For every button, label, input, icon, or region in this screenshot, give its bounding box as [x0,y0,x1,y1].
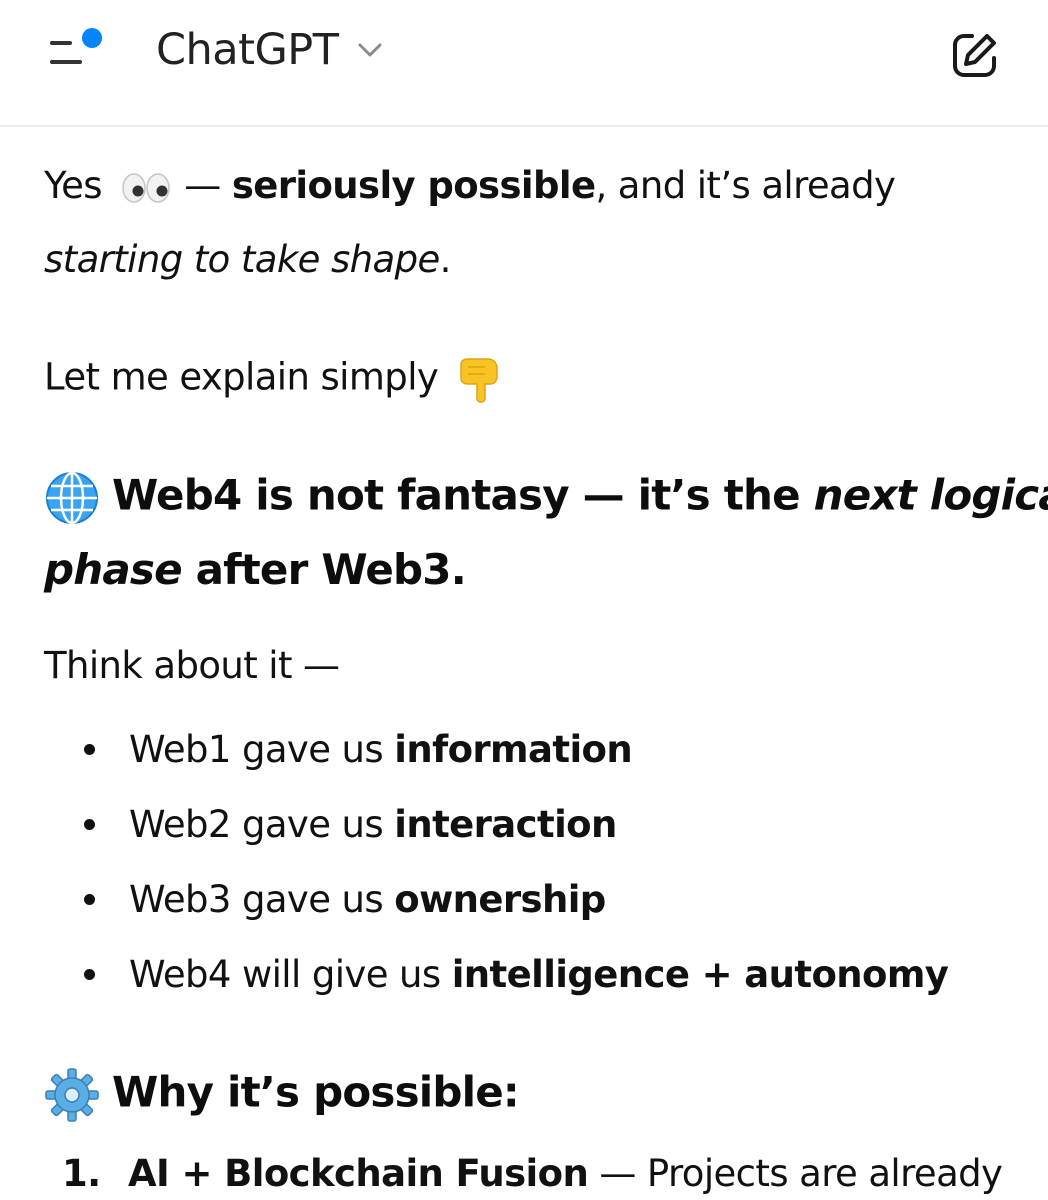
new-chat-edit-icon [953,34,996,77]
explain-text: Let me explain simply [44,355,439,399]
think-line: Think about it — [44,644,340,687]
section-heading-1: Web4 is not fantasy — it’s the next logi… [44,470,1048,526]
list-item-text: Web4 will give us intelligence + autonom… [129,953,949,996]
intro-italic: starting to take shape [44,238,440,281]
numbered-item-bold: AI + Blockchain Fusion [128,1152,589,1195]
intro-period: . [439,238,452,281]
pointing-down-emoji [455,355,501,403]
intro-bold: seriously possible [231,164,596,207]
bullet-dot [84,894,95,905]
assistant-message: Yes — seriously possible, and it’s alrea… [0,127,1048,1200]
list-item: Web1 gave us information [44,728,633,771]
heading-2-text: Why it’s possible: [112,1067,520,1117]
globe-emoji [44,470,100,526]
intro-line-1: Yes — seriously possible, and it’s alrea… [44,164,896,207]
list-item-text: Web1 gave us information [129,728,633,771]
notification-dot-icon [82,28,102,48]
bullet-dot [84,744,95,755]
eyes-emoji [121,171,171,205]
heading-1-part-1: Web4 is not fantasy — it’s the [112,470,814,520]
explain-line: Let me explain simply [44,355,501,403]
menu-button[interactable] [44,20,114,84]
numbered-item-number: 1. [62,1152,101,1195]
numbered-item: 1. AI + Blockchain Fusion — Projects are … [62,1152,1003,1195]
list-item-text: Web3 gave us ownership [129,878,606,921]
app-title: ChatGPT [156,25,339,75]
menu-icon [50,28,102,64]
chat-screen: ChatGPT Yes — seriously possible, and it… [0,0,1048,1200]
list-item-text: Web2 gave us interaction [129,803,617,846]
bullet-dot [84,819,95,830]
heading-1-phase: phase [44,545,183,594]
section-heading-1-cont: phase after Web3. [44,545,467,594]
top-bar: ChatGPT [0,0,1048,127]
bullet-dot [84,969,95,980]
chevron-down-icon [357,42,383,58]
intro-line-2: starting to take shape. [44,238,451,281]
intro-rest: , and it’s already [595,164,896,207]
model-selector[interactable]: ChatGPT [156,22,383,78]
section-heading-2: Why it’s possible: [44,1067,520,1123]
list-item: Web3 gave us ownership [44,878,606,921]
numbered-item-rest: — Projects are already [588,1152,1003,1195]
intro-dash: — [173,164,232,207]
heading-1-part-2: after Web3. [181,545,467,594]
list-item: Web4 will give us intelligence + autonom… [44,953,949,996]
intro-yes: Yes [44,164,103,207]
gear-emoji [44,1067,100,1123]
list-item: Web2 gave us interaction [44,803,617,846]
heading-1-italic: next logical [813,470,1048,520]
new-chat-button[interactable] [950,30,1000,80]
